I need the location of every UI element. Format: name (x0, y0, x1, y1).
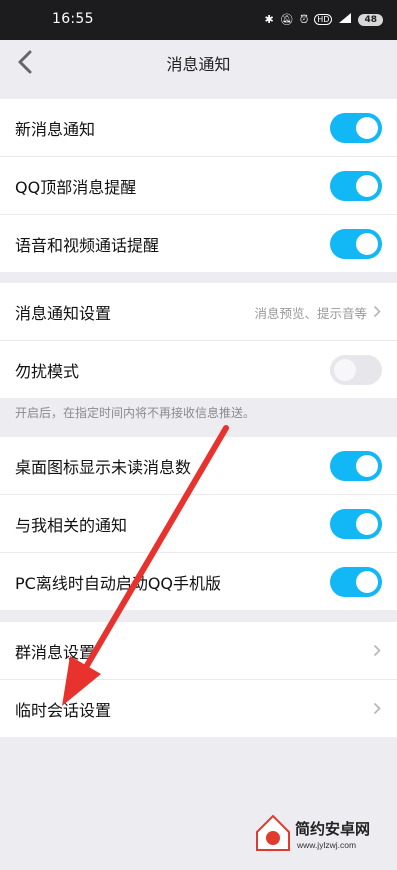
watermark-brand: 简约安卓网 (295, 820, 370, 838)
chevron-right-icon (373, 702, 381, 715)
hd-icon: HD (314, 14, 333, 25)
setting-row-dnd[interactable]: 勿扰模式 (0, 341, 397, 398)
alarm-icon: ⏰︎ (299, 12, 309, 26)
setting-row-group-message[interactable]: 群消息设置 (0, 622, 397, 680)
status-icons: ✱ 🔕︎ ⏰︎ HD 48 (264, 12, 383, 27)
notification-toggles-group: 新消息通知 QQ顶部消息提醒 语音和视频通话提醒 (0, 99, 397, 272)
setting-row-related-notify[interactable]: 与我相关的通知 (0, 495, 397, 553)
dnd-toggle[interactable] (330, 355, 382, 385)
chevron-right-icon (373, 305, 381, 318)
toggle-knob (334, 359, 356, 381)
mute-icon: 🔕︎ (279, 13, 294, 26)
chevron-right-icon (373, 644, 381, 657)
dnd-hint-text: 开启后，在指定时间内将不再接收信息推送。 (15, 406, 256, 420)
call-reminder-toggle[interactable] (330, 229, 382, 259)
pc-offline-toggle[interactable] (330, 567, 382, 597)
toggle-knob (356, 117, 378, 139)
signal-icon (338, 12, 352, 27)
setting-row-notification-settings[interactable]: 消息通知设置 消息预览、提示音等 (0, 283, 397, 341)
page-title: 消息通知 (166, 55, 231, 74)
setting-label: 消息通知设置 (15, 304, 112, 323)
setting-label: QQ顶部消息提醒 (15, 178, 137, 197)
badge-count-toggle[interactable] (330, 451, 382, 481)
nav-bar: 消息通知 (0, 40, 397, 84)
watermark-logo: 简约安卓网 www.jylzwj.com (253, 812, 383, 858)
setting-label: 桌面图标显示未读消息数 (15, 458, 192, 477)
setting-label: 勿扰模式 (15, 362, 80, 381)
misc-toggles-group: 桌面图标显示未读消息数 与我相关的通知 PC离线时自动启动QQ手机版 (0, 437, 397, 610)
setting-detail: 消息预览、提示音等 (254, 306, 367, 321)
toggle-knob (356, 175, 378, 197)
setting-label: 群消息设置 (15, 643, 96, 662)
setting-label: 与我相关的通知 (15, 516, 128, 535)
setting-label: 新消息通知 (15, 120, 96, 139)
android-logo-icon: 简约安卓网 www.jylzwj.com (256, 814, 370, 851)
notification-settings-group: 消息通知设置 消息预览、提示音等 勿扰模式 (0, 283, 397, 398)
status-bar: 16:55 ✱ 🔕︎ ⏰︎ HD 48 (0, 0, 397, 40)
setting-row-top-reminder[interactable]: QQ顶部消息提醒 (0, 157, 397, 215)
setting-row-pc-offline[interactable]: PC离线时自动启动QQ手机版 (0, 553, 397, 610)
setting-row-call-reminder[interactable]: 语音和视频通话提醒 (0, 215, 397, 272)
status-time: 16:55 (52, 11, 94, 27)
setting-row-badge-count[interactable]: 桌面图标显示未读消息数 (0, 437, 397, 495)
battery-indicator: 48 (358, 13, 383, 26)
top-reminder-toggle[interactable] (330, 171, 382, 201)
toggle-knob (356, 233, 378, 255)
setting-row-new-message[interactable]: 新消息通知 (0, 99, 397, 157)
bluetooth-icon: ✱ (264, 13, 274, 26)
watermark-url: www.jylzwj.com (296, 840, 356, 850)
toggle-knob (356, 455, 378, 477)
toggle-knob (356, 513, 378, 535)
toggle-knob (356, 571, 378, 593)
chat-settings-group: 群消息设置 临时会话设置 (0, 622, 397, 737)
setting-label: 语音和视频通话提醒 (15, 236, 160, 255)
new-message-toggle[interactable] (330, 113, 382, 143)
related-notify-toggle[interactable] (330, 509, 382, 539)
setting-row-temp-chat[interactable]: 临时会话设置 (0, 680, 397, 737)
setting-label: 临时会话设置 (15, 701, 112, 720)
setting-label: PC离线时自动启动QQ手机版 (15, 574, 222, 593)
